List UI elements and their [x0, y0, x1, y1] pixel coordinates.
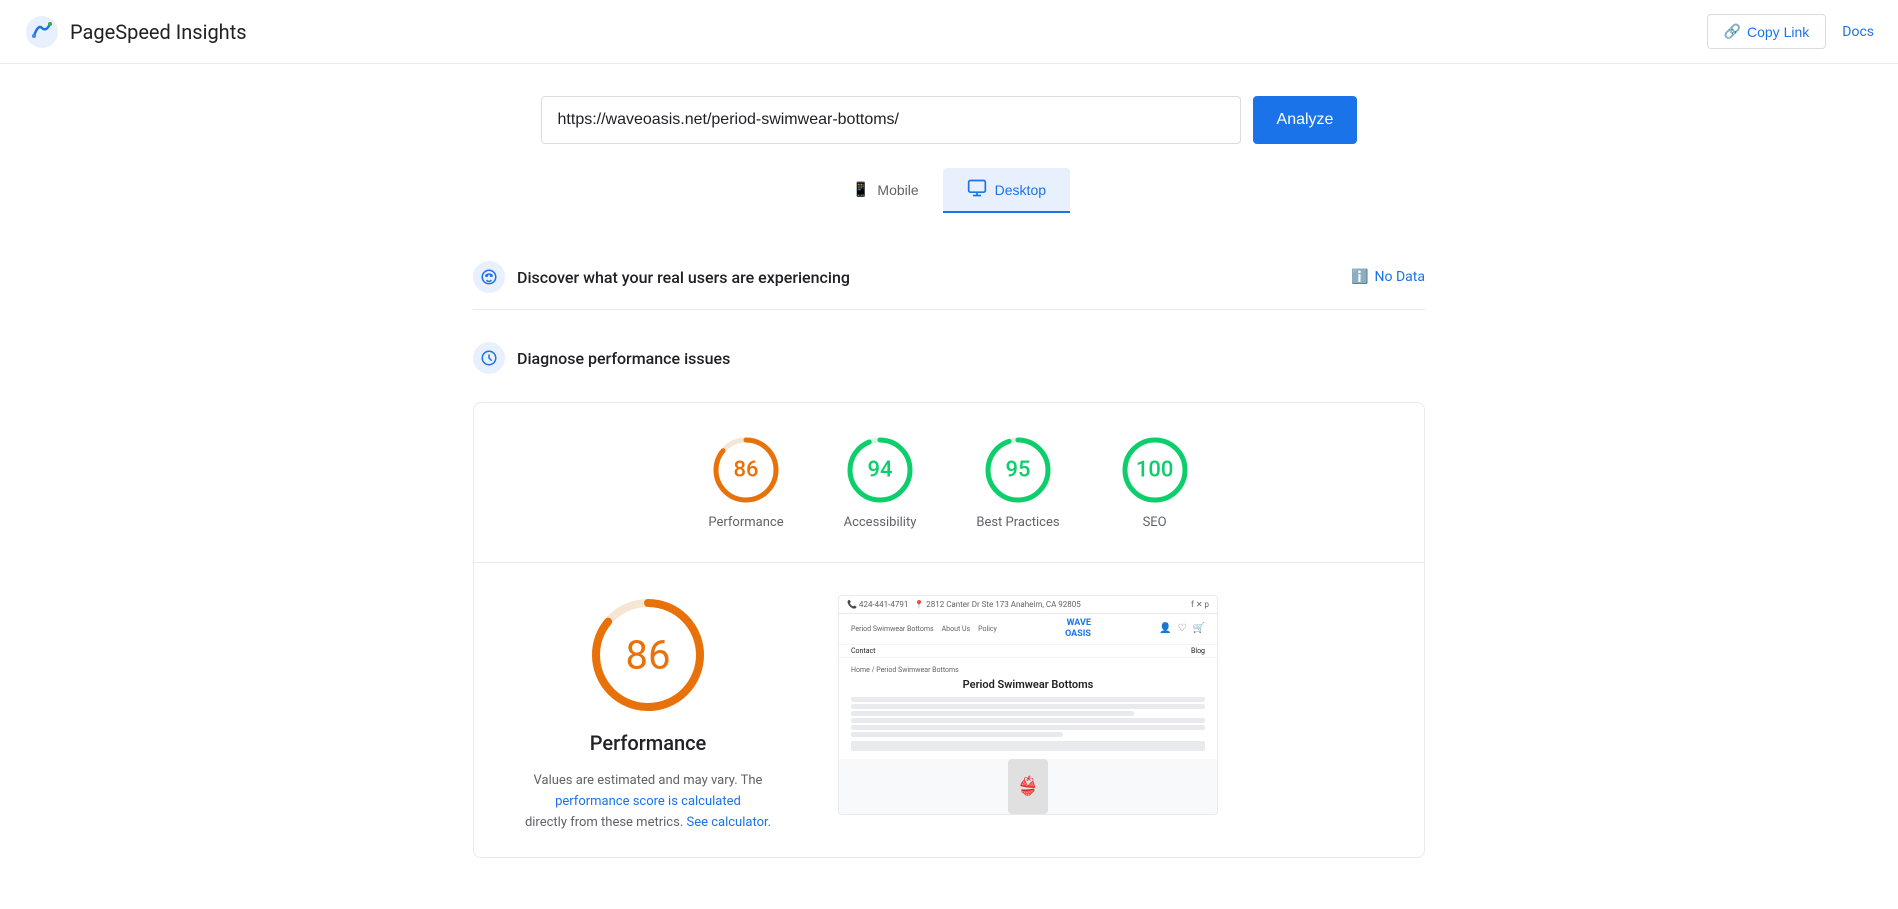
calculator-link[interactable]: See calculator. — [686, 815, 771, 830]
crux-section: Discover what your real users are experi… — [473, 245, 1425, 310]
performance-score: 86 — [733, 458, 758, 483]
url-input[interactable] — [541, 96, 1241, 144]
text-line-6 — [851, 732, 1063, 737]
seo-label: SEO — [1143, 515, 1167, 530]
screenshot-input-box — [851, 741, 1205, 751]
detail-left: 86 Performance Values are estimated and … — [498, 595, 798, 833]
accessibility-score: 94 — [867, 458, 892, 483]
mobile-tab[interactable]: 📱 Mobile — [828, 168, 943, 213]
screenshot-nav-links: Period Swimwear Bottoms About Us Policy — [851, 625, 997, 633]
info-icon: ℹ️ — [1351, 269, 1368, 285]
score-item-best-practices: 95 Best Practices — [976, 435, 1059, 530]
text-line-5 — [851, 725, 1205, 730]
header-right: 🔗 Copy Link Docs — [1707, 14, 1874, 49]
mobile-icon: 📱 — [852, 181, 869, 198]
screenshot-product-image: 👙 — [1008, 759, 1048, 814]
detail-note-text1: Values are estimated and may vary. The — [534, 773, 763, 788]
panel-divider — [474, 562, 1424, 563]
no-data-badge: ℹ️ No Data — [1351, 269, 1425, 285]
performance-label: Performance — [708, 515, 783, 530]
app-title: PageSpeed Insights — [70, 20, 247, 44]
desktop-tab[interactable]: Desktop — [943, 168, 1070, 213]
screenshot-breadcrumb: Home / Period Swimwear Bottoms — [851, 666, 1205, 674]
analyze-button[interactable]: Analyze — [1253, 96, 1358, 144]
screenshot-top-bar: 📞 424-441-4791 📍 2812 Canter Dr Ste 173 … — [839, 596, 1217, 614]
desktop-label: Desktop — [995, 182, 1046, 198]
accessibility-circle: 94 — [845, 435, 915, 505]
copy-link-button[interactable]: 🔗 Copy Link — [1707, 14, 1827, 49]
score-item-performance: 86 Performance — [708, 435, 783, 530]
screenshot-text-block — [851, 697, 1205, 737]
diag-section-title: Diagnose performance issues — [517, 349, 730, 368]
detail-right: 📞 424-441-4791 📍 2812 Canter Dr Ste 173 … — [838, 595, 1400, 815]
text-line-3 — [851, 711, 1134, 716]
performance-score-link[interactable]: performance score is calculated — [555, 794, 741, 809]
accessibility-label: Accessibility — [844, 515, 917, 530]
search-area: Analyze — [0, 64, 1898, 168]
diag-header: Diagnose performance issues — [473, 326, 1425, 390]
detail-title: Performance — [590, 731, 707, 755]
screenshot-nav-blog: Blog — [1191, 647, 1205, 655]
screenshot-nav: Period Swimwear Bottoms About Us Policy … — [839, 614, 1217, 645]
docs-link[interactable]: Docs — [1842, 24, 1874, 40]
crux-icon — [473, 261, 505, 293]
seo-circle: 100 — [1120, 435, 1190, 505]
screenshot-contact: 📞 424-441-4791 📍 2812 Canter Dr Ste 173 … — [847, 600, 1081, 609]
text-line-1 — [851, 697, 1205, 702]
crux-title-left: Discover what your real users are experi… — [473, 261, 850, 293]
header-left: PageSpeed Insights — [24, 14, 247, 50]
pagespeed-logo — [24, 14, 60, 50]
nav-link-collections: Period Swimwear Bottoms — [851, 625, 934, 633]
best-practices-circle: 95 — [983, 435, 1053, 505]
desktop-icon — [967, 178, 987, 201]
scores-row: 86 Performance 94 Accessibility — [498, 435, 1400, 530]
big-performance-circle: 86 — [588, 595, 708, 715]
seo-score: 100 — [1136, 458, 1174, 483]
detail-note: Values are estimated and may vary. The p… — [498, 771, 798, 833]
detail-section: 86 Performance Values are estimated and … — [498, 595, 1400, 833]
diagnose-section: Diagnose performance issues 86 Performan… — [473, 326, 1425, 858]
main-content: Discover what your real users are experi… — [449, 245, 1449, 858]
score-item-seo: 100 SEO — [1120, 435, 1190, 530]
screenshot-page-title: Period Swimwear Bottoms — [851, 678, 1205, 691]
screenshot-subnav: Contact Blog — [839, 645, 1217, 658]
text-line-2 — [851, 704, 1205, 709]
screenshot-inner: 📞 424-441-4791 📍 2812 Canter Dr Ste 173 … — [839, 596, 1217, 814]
app-header: PageSpeed Insights 🔗 Copy Link Docs — [0, 0, 1898, 64]
scores-panel: 86 Performance 94 Accessibility — [473, 402, 1425, 858]
no-data-label: No Data — [1375, 269, 1425, 285]
screenshot-nav-contact: Contact — [851, 647, 875, 655]
site-screenshot: 📞 424-441-4791 📍 2812 Canter Dr Ste 173 … — [838, 595, 1218, 815]
link-icon: 🔗 — [1724, 23, 1741, 40]
screenshot-logo: WAVEOASIS — [1065, 618, 1091, 640]
screenshot-nav-icons: 👤♡🛒 — [1159, 623, 1205, 634]
screenshot-image-area: 👙 — [839, 759, 1217, 814]
diag-title-left: Diagnose performance issues — [473, 342, 730, 374]
best-practices-label: Best Practices — [976, 515, 1059, 530]
performance-circle: 86 — [711, 435, 781, 505]
best-practices-score: 95 — [1005, 458, 1030, 483]
mobile-label: Mobile — [877, 182, 918, 198]
nav-link-policy: Policy — [978, 625, 997, 633]
screenshot-input-row — [851, 741, 1205, 751]
device-toggle: 📱 Mobile Desktop — [0, 168, 1898, 213]
nav-link-about: About Us — [942, 625, 971, 633]
detail-note-text2: directly from these metrics. — [525, 815, 683, 830]
crux-section-title: Discover what your real users are experi… — [517, 268, 850, 287]
text-line-4 — [851, 718, 1205, 723]
big-performance-score: 86 — [626, 632, 671, 679]
copy-link-label: Copy Link — [1747, 24, 1809, 40]
diag-icon — [473, 342, 505, 374]
score-item-accessibility: 94 Accessibility — [844, 435, 917, 530]
screenshot-content: Home / Period Swimwear Bottoms Period Sw… — [839, 658, 1217, 759]
screenshot-social: f ✕ p — [1191, 600, 1209, 609]
